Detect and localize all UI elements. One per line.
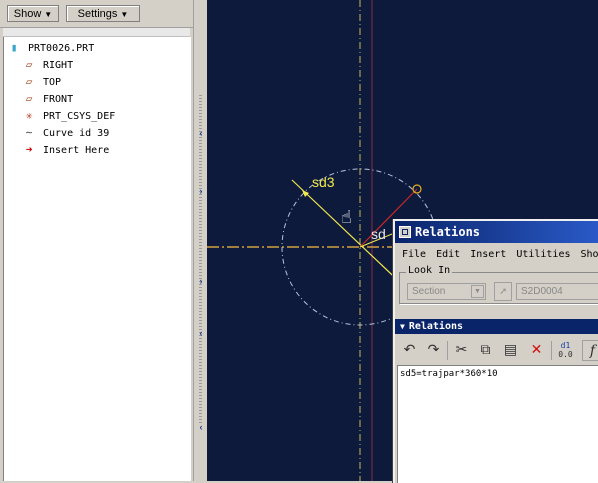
function-icon[interactable]: f bbox=[582, 340, 598, 361]
dialog-menu-bar: File Edit Insert Utilities Sho bbox=[395, 246, 598, 264]
expand-right-icon[interactable]: › bbox=[197, 276, 205, 286]
redo-icon[interactable]: ↷ bbox=[423, 340, 444, 361]
expand-right-icon[interactable]: › bbox=[197, 186, 205, 196]
splitter-grip[interactable] bbox=[199, 95, 202, 425]
section-name-field[interactable]: S2D0004 bbox=[516, 283, 598, 300]
settings-button-label: Settings bbox=[78, 8, 118, 20]
undo-icon[interactable]: ↶ bbox=[399, 340, 420, 361]
look-in-type-value: Section bbox=[412, 286, 445, 297]
tree-item-top[interactable]: ▱ TOP bbox=[21, 74, 61, 90]
datum-plane-icon: ▱ bbox=[21, 57, 37, 73]
tree-item-front[interactable]: ▱ FRONT bbox=[21, 91, 73, 107]
tree-item-insert-here[interactable]: ➜ Insert Here bbox=[21, 142, 109, 158]
chevron-down-icon: ▼ bbox=[120, 10, 128, 19]
relations-dialog: Relations File Edit Insert Utilities Sho Loo… bbox=[393, 219, 598, 483]
look-in-label: Look In bbox=[406, 265, 452, 276]
chevron-down-icon: ▼ bbox=[44, 10, 52, 19]
look-in-type-select[interactable]: Section ▼ bbox=[407, 283, 486, 300]
function-label: f bbox=[590, 343, 595, 359]
copy-icon[interactable]: ⧉ bbox=[475, 340, 496, 361]
menu-utilities[interactable]: Utilities bbox=[516, 249, 570, 260]
menu-edit[interactable]: Edit bbox=[436, 249, 460, 260]
dimension-sd3-label[interactable]: sd3 bbox=[312, 174, 335, 190]
tree-item-label: FRONT bbox=[43, 94, 73, 105]
tree-item-label: PRT_CSYS_DEF bbox=[43, 111, 115, 122]
dimension-sd-label[interactable]: sd bbox=[371, 226, 386, 242]
window-icon bbox=[399, 226, 411, 238]
collapse-left-icon[interactable]: ‹ bbox=[197, 328, 205, 338]
paste-icon[interactable]: ▤ bbox=[500, 340, 521, 361]
d1-value: 0.0 bbox=[555, 350, 576, 359]
tree-item-csys[interactable]: ✳ PRT_CSYS_DEF bbox=[21, 108, 115, 124]
dialog-title: Relations bbox=[415, 225, 480, 239]
tree-item-label: RIGHT bbox=[43, 60, 73, 71]
curve-icon: ∼ bbox=[21, 125, 37, 141]
menu-show[interactable]: Sho bbox=[581, 249, 598, 260]
show-button-label: Show bbox=[14, 8, 42, 20]
tree-item-right[interactable]: ▱ RIGHT bbox=[21, 57, 73, 73]
cursor-arrow-icon: ➚ bbox=[500, 285, 507, 298]
chevron-down-icon[interactable]: ▼ bbox=[471, 285, 484, 298]
show-menu-button[interactable]: Show▼ bbox=[7, 5, 59, 22]
collapse-triangle-icon: ▼ bbox=[400, 322, 405, 331]
select-arrow-button[interactable]: ➚ bbox=[494, 282, 512, 301]
section-name-value: S2D0004 bbox=[521, 286, 563, 297]
tree-item-label: TOP bbox=[43, 77, 61, 88]
relations-section-label: Relations bbox=[409, 321, 463, 332]
collapse-left-icon[interactable]: ‹ bbox=[197, 128, 205, 138]
relations-section-header[interactable]: ▼ Relations bbox=[395, 319, 598, 334]
tree-item-part[interactable]: ▮ PRT0026.PRT bbox=[6, 40, 94, 56]
tree-item-label: Curve id 39 bbox=[43, 128, 109, 139]
collapse-left-icon[interactable]: ‹ bbox=[197, 422, 205, 432]
menu-insert[interactable]: Insert bbox=[470, 249, 506, 260]
relation-line: sd5=trajpar*360*10 bbox=[400, 369, 498, 379]
coordinate-system-icon: ✳ bbox=[21, 108, 37, 124]
toolbar-separator bbox=[551, 341, 552, 360]
model-tree-panel: Show▼ Settings▼ ▮PRT0026.PRT ▱RIGHT ▱TOP… bbox=[0, 0, 193, 481]
dialog-title-bar[interactable]: Relations bbox=[395, 221, 598, 243]
model-tree: ▮ PRT0026.PRT ▱ RIGHT ▱ TOP ▱ FRONT ✳ PRT_CSY… bbox=[3, 37, 191, 481]
cut-icon[interactable]: ✂ bbox=[451, 340, 472, 361]
settings-menu-button[interactable]: Settings▼ bbox=[66, 5, 140, 22]
datum-plane-icon: ▱ bbox=[21, 91, 37, 107]
tree-item-label: Insert Here bbox=[43, 145, 109, 156]
part-icon: ▮ bbox=[6, 40, 22, 56]
toolbar-separator bbox=[447, 341, 448, 360]
delete-icon[interactable]: ✕ bbox=[526, 340, 547, 361]
panel-splitter[interactable]: ‹ › › ‹ ‹ bbox=[193, 0, 208, 481]
datum-plane-icon: ▱ bbox=[21, 74, 37, 90]
d1-label: d1 bbox=[555, 341, 576, 350]
tree-column-header bbox=[3, 28, 190, 37]
relations-toolbar: ↶ ↷ ✂ ⧉ ▤ ✕ d10.0 f bbox=[395, 337, 598, 363]
tree-item-curve[interactable]: ∼ Curve id 39 bbox=[21, 125, 109, 141]
look-in-group: Look In Section▼ ➚ S2D0004 bbox=[399, 272, 598, 304]
insert-arrow-icon: ➜ bbox=[21, 142, 37, 158]
hand-cursor-icon: ☝ bbox=[341, 207, 352, 228]
relations-text-editor[interactable]: sd5=trajpar*360*10 bbox=[397, 365, 598, 483]
tree-item-label: PRT0026.PRT bbox=[28, 43, 94, 54]
menu-file[interactable]: File bbox=[402, 249, 426, 260]
model-tree-toolbar: Show▼ Settings▼ bbox=[0, 0, 193, 28]
dimension-toggle-icon[interactable]: d10.0 bbox=[555, 340, 576, 362]
